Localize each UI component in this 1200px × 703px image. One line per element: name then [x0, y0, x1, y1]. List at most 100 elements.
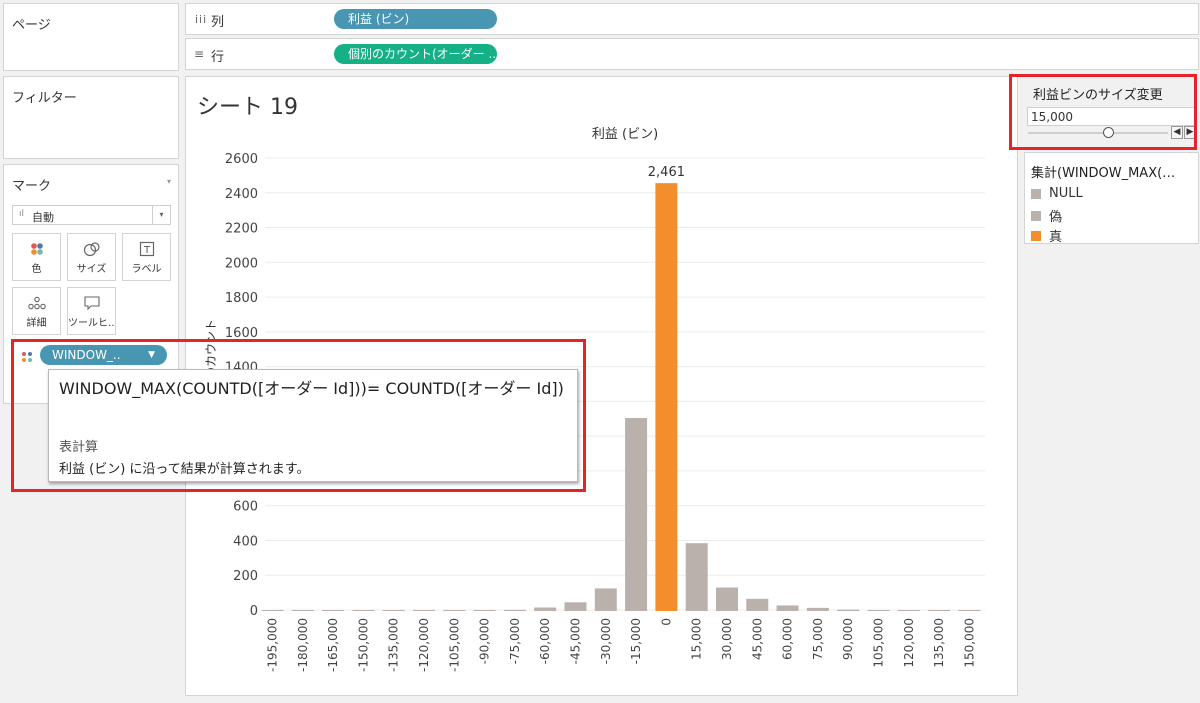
bar--45,000[interactable] — [564, 602, 587, 611]
tooltip-icon — [68, 294, 115, 312]
bar--30,000[interactable] — [594, 588, 617, 611]
pill-dropdown-icon: ▼ — [148, 350, 155, 360]
y-tick-label: 2600 — [225, 152, 258, 167]
bar-15,000[interactable] — [685, 543, 708, 611]
x-tick-label: 15,000 — [690, 618, 704, 660]
bar--60,000[interactable] — [534, 607, 557, 611]
bar--15,000[interactable] — [625, 418, 648, 611]
bar--75,000[interactable] — [503, 609, 526, 611]
x-tick-label: 45,000 — [750, 618, 764, 660]
bar--195,000[interactable] — [261, 610, 284, 611]
legend-label-true: 真 — [1049, 230, 1063, 245]
x-tick-label: -150,000 — [356, 618, 370, 672]
legend-swatch-false — [1031, 210, 1041, 221]
bar--90,000[interactable] — [473, 610, 496, 611]
bar--135,000[interactable] — [382, 610, 405, 611]
pages-title: ページ — [12, 18, 51, 33]
parameter-slider[interactable] — [1028, 126, 1168, 140]
marks-size-button[interactable]: サイズ — [67, 233, 116, 281]
marks-color-button[interactable]: 色 — [12, 233, 61, 281]
bar--165,000[interactable] — [322, 610, 345, 611]
bar--105,000[interactable] — [443, 610, 466, 611]
marks-card: マーク ▾ ıl 自動 ▾ 色 サイズ T ラベル 詳細 ツールヒ… WINDO… — [3, 164, 179, 404]
y-tick-label: 2400 — [225, 187, 258, 202]
bar-0[interactable] — [655, 183, 678, 611]
bar-data-label: 2,461 — [648, 165, 685, 180]
y-tick-label: 2000 — [225, 256, 258, 271]
x-tick-label: -45,000 — [569, 618, 583, 664]
x-tick-label: 150,000 — [962, 618, 976, 668]
marks-title: マーク — [12, 179, 52, 194]
marks-detail-label: 詳細 — [26, 318, 47, 329]
bar-45,000[interactable] — [746, 598, 769, 611]
filters-title: フィルター — [12, 91, 77, 106]
tooltip-description: 利益 (ビン) に沿って結果が計算されます。 — [59, 462, 310, 477]
marks-menu-icon[interactable]: ▾ — [167, 177, 171, 186]
y-tick-label: 400 — [233, 534, 258, 549]
pages-card: ページ — [3, 3, 179, 71]
tooltip-formula: WINDOW_MAX(COUNTD([オーダー Id]))= COUNTD([オ… — [59, 379, 564, 398]
color-dots-icon — [13, 240, 60, 258]
columns-icon: iii — [195, 13, 208, 26]
window-max-field-pill[interactable]: WINDOW_.. ▼ — [40, 345, 167, 365]
bar-30,000[interactable] — [716, 587, 738, 611]
rows-shelf[interactable]: ≡ 行 個別のカウント(オーダー .. — [185, 38, 1199, 70]
bar-135,000[interactable] — [928, 610, 951, 611]
columns-label: 列 — [211, 15, 225, 30]
slider-thumb[interactable] — [1102, 127, 1114, 138]
y-tick-label: 1600 — [225, 326, 258, 341]
mark-type-dropdown[interactable]: ıl 自動 ▾ — [12, 205, 171, 225]
bar-105,000[interactable] — [867, 610, 890, 611]
rows-pill-countd[interactable]: 個別のカウント(オーダー .. — [334, 44, 497, 64]
y-tick-label: 200 — [233, 569, 258, 584]
columns-shelf[interactable]: iii 列 利益 (ビン) — [185, 3, 1199, 35]
x-tick-label: -165,000 — [326, 618, 340, 672]
columns-pill-profit-bin[interactable]: 利益 (ビン) — [334, 9, 497, 29]
y-tick-label: 2200 — [225, 222, 258, 237]
legend-swatch-null — [1031, 188, 1041, 199]
marks-label-button[interactable]: T ラベル — [122, 233, 171, 281]
bar-150,000[interactable] — [958, 610, 981, 611]
parameter-title: 利益ビンのサイズ変更 — [1033, 88, 1163, 103]
bar--150,000[interactable] — [352, 610, 375, 611]
marks-size-label: サイズ — [76, 264, 107, 275]
x-tick-label: -105,000 — [447, 618, 461, 672]
marks-tooltip-button[interactable]: ツールヒ… — [67, 287, 116, 335]
bar-120,000[interactable] — [897, 610, 920, 611]
legend-item-null[interactable]: NULL — [1031, 186, 1083, 201]
chart-title: 利益 (ビン) — [592, 127, 658, 142]
x-tick-label: -30,000 — [599, 618, 613, 664]
slider-prev-icon[interactable]: ◀ — [1171, 126, 1183, 139]
x-tick-label: -15,000 — [629, 618, 643, 664]
filters-card: フィルター — [3, 76, 179, 159]
window-max-field-label: WINDOW_.. — [52, 348, 121, 362]
marks-tooltip-label: ツールヒ… — [68, 318, 115, 329]
x-tick-label: 0 — [659, 618, 673, 626]
x-tick-label: -135,000 — [387, 618, 401, 672]
x-tick-label: 60,000 — [781, 618, 795, 660]
legend-item-false[interactable]: 偽 — [1031, 206, 1062, 225]
legend-title: 集計(WINDOW_MAX(… — [1031, 166, 1176, 181]
x-tick-label: 135,000 — [932, 618, 946, 668]
slider-next-icon[interactable]: ▶ — [1184, 126, 1196, 139]
marks-detail-button[interactable]: 詳細 — [12, 287, 61, 335]
parameter-card: 利益ビンのサイズ変更 15,000 ◀ ▶ — [1024, 76, 1199, 144]
x-axis: -195,000 -180,000 -165,000 -150,000 -135,000… — [266, 618, 977, 672]
x-tick-label: 105,000 — [872, 618, 886, 668]
field-color-icon — [21, 348, 33, 367]
mark-type-label: 自動 — [32, 211, 54, 224]
parameter-value-field[interactable]: 15,000 — [1027, 107, 1195, 126]
y-tick-label: 0 — [250, 604, 258, 619]
rows-icon: ≡ — [194, 47, 205, 61]
bar-90,000[interactable] — [837, 609, 860, 611]
legend-item-true[interactable]: 真 — [1031, 226, 1062, 245]
bar-60,000[interactable] — [776, 605, 799, 611]
legend-label-false: 偽 — [1049, 210, 1063, 225]
marks-label-label: ラベル — [131, 264, 162, 275]
x-tick-label: -195,000 — [266, 618, 280, 672]
bar--180,000[interactable] — [291, 610, 314, 611]
color-legend-card: 集計(WINDOW_MAX(… NULL 偽 真 — [1024, 152, 1199, 245]
bar--120,000[interactable] — [413, 610, 435, 611]
bar-75,000[interactable] — [806, 607, 829, 611]
x-tick-label: 90,000 — [841, 618, 855, 660]
